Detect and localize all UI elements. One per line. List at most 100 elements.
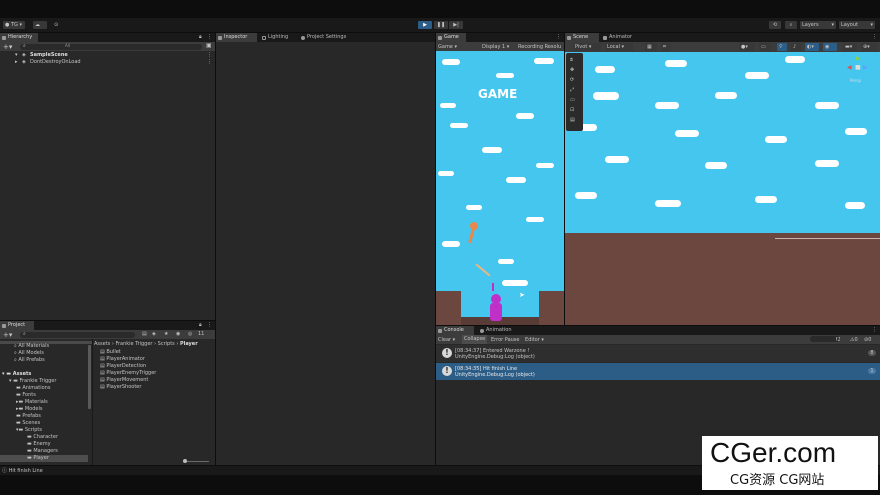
game-viewport[interactable]: GAME ➤	[436, 51, 564, 325]
expand-arrow-icon[interactable]: ▸	[15, 59, 18, 66]
snap-button[interactable]: ⌗	[661, 43, 671, 51]
tab-project-settings[interactable]: Project Settings	[299, 33, 369, 42]
tab-project[interactable]: Project	[0, 321, 34, 330]
rotate-tool-icon[interactable]: ⟳	[570, 77, 574, 83]
scale-tool-icon[interactable]: ⤢	[570, 87, 574, 93]
scene-viewport[interactable]: ✋︎ ✥ ⟳ ⤢ ▭ ⊡ ▤ ▲ ◀ ▶ ■ Persp	[565, 52, 880, 325]
breadcrumb-item[interactable]: Player	[180, 341, 198, 347]
hierarchy-search-input[interactable]: ⌕ All	[20, 43, 202, 50]
error-pause-toggle[interactable]: Error Pause	[491, 337, 519, 343]
tree-folder-item[interactable]: ▸▬ Models	[16, 406, 42, 413]
project-search-input[interactable]: ⌕	[20, 331, 135, 338]
menu-dots-icon[interactable]: ⋮	[207, 52, 212, 59]
script-file-item[interactable]: ▤ Bullet	[100, 349, 121, 356]
menu-dots-icon[interactable]: ⋮	[207, 322, 212, 328]
effects-dropdown[interactable]: ◐▾	[805, 43, 819, 51]
pivot-dropdown[interactable]: Pivot ▾	[573, 43, 601, 51]
console-entry-selected[interactable]: ! [08:34:35] Hit finish Line UnityEngine…	[436, 363, 880, 380]
step-button[interactable]: ▶|	[449, 21, 463, 29]
resolution-dropdown[interactable]: Recording Resolu	[518, 44, 561, 50]
filter-by-type-icon[interactable]: ▤	[142, 331, 147, 337]
tab-game[interactable]: Game	[436, 33, 466, 42]
pause-button[interactable]: ❚❚	[434, 21, 448, 29]
warning-count-toggle[interactable]: ⚠0	[850, 337, 858, 343]
menu-dots-icon[interactable]: ⋮	[556, 34, 561, 40]
local-dropdown[interactable]: Local ▾	[605, 43, 633, 51]
play-button[interactable]: ▶	[418, 21, 432, 29]
tab-animator[interactable]: Animator	[601, 33, 641, 42]
collab-button[interactable]: ⊙	[52, 21, 61, 29]
editor-dropdown[interactable]: Editor ▾	[525, 337, 544, 343]
tree-folder-item[interactable]: ▾ ▬ Assets	[2, 371, 31, 378]
clear-button[interactable]: Clear ▾	[438, 337, 455, 343]
lock-icon[interactable]: 🔒︎	[199, 34, 202, 40]
info-count-toggle[interactable]: ❗︎2	[836, 337, 841, 343]
script-file-item[interactable]: ▤ PlayerAnimator	[100, 356, 145, 363]
tree-folder-item[interactable]: ▬ Fonts	[16, 392, 36, 399]
menu-dots-icon[interactable]: ⋮	[872, 34, 877, 40]
rect-tool-icon[interactable]: ▭	[570, 97, 575, 103]
visibility-icon[interactable]: ◉	[176, 331, 180, 337]
view-tool-icon[interactable]: ✋︎	[570, 57, 573, 63]
scene-gizmo[interactable]: ▲ ◀ ▶ ■ Persp	[842, 54, 876, 88]
account-button[interactable]: ● TG ▾	[3, 21, 25, 29]
search-button[interactable]: ⌕	[785, 21, 797, 29]
favorite-item[interactable]: ⌕ All Materials	[14, 343, 49, 350]
tab-hierarchy[interactable]: Hierarchy	[0, 33, 38, 42]
cloud-button[interactable]: ☁	[33, 21, 47, 29]
menu-dots-icon[interactable]: ⋮	[207, 59, 212, 66]
scene-visibility-toggle[interactable]: ◉	[823, 43, 837, 51]
game-mode-dropdown[interactable]: Game ▾	[438, 44, 457, 50]
add-icon[interactable]: +▾	[3, 43, 12, 51]
script-file-item[interactable]: ▤ PlayerMovement	[100, 377, 148, 384]
favorite-item[interactable]: ⌕ All Models	[14, 350, 44, 357]
hierarchy-item[interactable]: ▾ ◈ SampleScene ⋮	[0, 52, 215, 59]
tree-folder-item[interactable]: ▬ Prefabs	[16, 413, 41, 420]
menu-dots-icon[interactable]: ⋮	[207, 34, 212, 40]
hierarchy-item[interactable]: ▸ ◈ DontDestroyOnLoad ⋮	[0, 59, 215, 66]
tree-folder-item[interactable]: ▬ Enemy	[27, 441, 51, 448]
layers-dropdown[interactable]: Layers ▾	[800, 21, 836, 29]
console-entry[interactable]: ! [08:34:37] Entered Warzone ! UnityEngi…	[436, 345, 880, 362]
lock-icon[interactable]: 🔒︎	[199, 322, 202, 328]
display-dropdown[interactable]: Display 1 ▾	[482, 44, 509, 50]
history-button[interactable]: ⟲	[769, 21, 781, 29]
move-tool-icon[interactable]: ✥	[570, 67, 574, 73]
menu-dots-icon[interactable]: ⋮	[872, 327, 877, 333]
favorite-item[interactable]: ⌕ All Prefabs	[14, 357, 45, 364]
script-file-item[interactable]: ▤ PlayerDetection	[100, 363, 146, 370]
breadcrumb-item[interactable]: Scripts	[158, 341, 175, 347]
tree-folder-item[interactable]: ▾▬ Scripts	[16, 427, 42, 434]
error-count-toggle[interactable]: ⊘0	[864, 337, 871, 343]
collapse-toggle[interactable]: Collapse	[462, 335, 488, 344]
save-search-icon[interactable]: ★	[164, 331, 168, 337]
tree-folder-item[interactable]: ▬ Managers	[27, 448, 58, 455]
status-message[interactable]: ⓘ Hit finish Line	[2, 467, 43, 474]
tab-scene[interactable]: Scene	[565, 33, 599, 42]
audio-toggle[interactable]: ♪	[791, 43, 801, 51]
script-file-item[interactable]: ▤ PlayerShooter	[100, 384, 141, 391]
icon-size-slider-handle[interactable]	[183, 459, 187, 463]
grid-snap-button[interactable]: ▦	[645, 43, 657, 51]
gizmos-dropdown[interactable]: ⊕▾	[861, 43, 877, 51]
filter-by-label-icon[interactable]: ◈	[152, 331, 156, 337]
script-file-item[interactable]: ▤ PlayerEnemyTrigger	[100, 370, 156, 377]
transform-tool-icon[interactable]: ⊡	[570, 107, 574, 113]
breadcrumb-item[interactable]: Frankie Trigger	[115, 341, 152, 347]
camera-dropdown[interactable]: ▬▾	[843, 43, 857, 51]
2d-toggle[interactable]: ▭	[759, 43, 771, 51]
lighting-toggle[interactable]: 💡︎	[777, 43, 787, 51]
tree-folder-item[interactable]: ▬ Animations	[16, 385, 50, 392]
tab-inspector[interactable]: Inspector	[216, 33, 257, 42]
tree-scrollbar[interactable]	[88, 345, 91, 409]
draw-mode-dropdown[interactable]: ●▾	[739, 43, 755, 51]
breadcrumb-item[interactable]: Assets	[94, 341, 110, 347]
tree-folder-item[interactable]: ▬ Character	[27, 434, 58, 441]
tab-animation[interactable]: Animation	[478, 326, 520, 335]
hidden-packages-icon[interactable]: ◎	[188, 331, 192, 337]
tree-folder-item[interactable]: ▾ ▬ Frankie Trigger	[9, 378, 56, 385]
tab-console[interactable]: Console	[436, 326, 474, 335]
custom-tool-icon[interactable]: ▤	[570, 117, 575, 123]
expand-arrow-icon[interactable]: ▾	[15, 52, 18, 59]
tree-folder-item[interactable]: ▬ Scenes	[16, 420, 40, 427]
